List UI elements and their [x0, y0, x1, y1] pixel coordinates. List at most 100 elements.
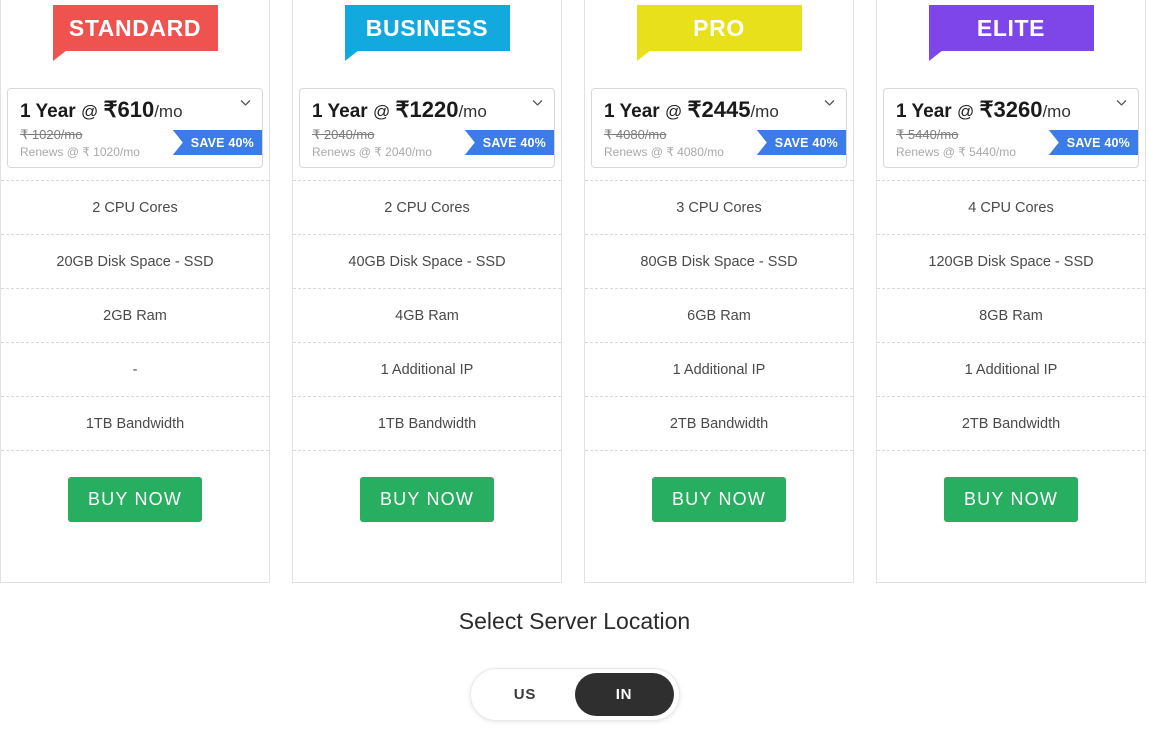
feature-row: 80GB Disk Space - SSD: [585, 234, 853, 288]
save-badge-label: SAVE 40%: [1066, 135, 1130, 150]
pricing-card: BUSINESS 1 Year @ ₹1220/mo ₹ 2040/mo Renews…: [292, 0, 562, 583]
pricing-card: PRO 1 Year @ ₹2445/mo ₹ 4080/mo Renews @ ₹ …: [584, 0, 854, 583]
at-symbol: @: [664, 102, 683, 121]
feature-text: 1TB Bandwidth: [377, 415, 477, 432]
pricing-page: STANDARD 1 Year @ ₹610/mo ₹ 1020/mo Renews …: [0, 0, 1149, 741]
save-badge: SAVE 40%: [756, 130, 846, 155]
toggle-option-in[interactable]: IN: [574, 673, 674, 716]
chevron-down-icon[interactable]: [531, 96, 544, 109]
feature-text: 2 CPU Cores: [92, 199, 178, 216]
plan-badge: STANDARD: [52, 5, 218, 61]
feature-row: 40GB Disk Space - SSD: [293, 234, 561, 288]
price-period: /mo: [750, 102, 779, 121]
feature-text: 6GB Ram: [687, 307, 751, 324]
price-amount: ₹610: [103, 97, 155, 122]
price-selector[interactable]: 1 Year @ ₹610/mo ₹ 1020/mo Renews @ ₹ 1020…: [7, 88, 263, 168]
feature-text: 1TB Bandwidth: [85, 415, 185, 432]
feature-text: 2GB Ram: [103, 307, 167, 324]
save-badge: SAVE 40%: [172, 130, 262, 155]
plan-badge-wrap: ELITE: [877, 0, 1145, 88]
feature-row: 1 Additional IP: [293, 342, 561, 396]
price-headline: 1 Year @ ₹610/mo: [20, 98, 250, 124]
feature-row: 8GB Ram: [877, 288, 1145, 342]
price-period: /mo: [154, 102, 183, 121]
feature-text: 4GB Ram: [395, 307, 459, 324]
feature-list: 4 CPU Cores 120GB Disk Space - SSD 8GB Ram…: [877, 180, 1145, 582]
feature-text: 2TB Bandwidth: [961, 415, 1061, 432]
plan-badge: ELITE: [928, 5, 1094, 61]
buy-row: BUY NOW: [585, 450, 853, 548]
feature-text: 1 Additional IP: [672, 361, 766, 378]
feature-row: 3 CPU Cores: [585, 180, 853, 234]
save-badge-label: SAVE 40%: [774, 135, 838, 150]
feature-text: 2TB Bandwidth: [669, 415, 769, 432]
plan-name: STANDARD: [68, 14, 202, 41]
term-label: 1 Year: [20, 101, 76, 122]
buy-now-button[interactable]: BUY NOW: [651, 477, 787, 522]
feature-list: 3 CPU Cores 80GB Disk Space - SSD 6GB Ram 1…: [585, 180, 853, 582]
save-badge: SAVE 40%: [464, 130, 554, 155]
plan-badge-wrap: BUSINESS: [293, 0, 561, 88]
feature-text: 40GB Disk Space - SSD: [348, 253, 506, 270]
term-label: 1 Year: [896, 101, 952, 122]
feature-row: 120GB Disk Space - SSD: [877, 234, 1145, 288]
price-selector[interactable]: 1 Year @ ₹3260/mo ₹ 5440/mo Renews @ ₹ 544…: [883, 88, 1139, 168]
price-headline: 1 Year @ ₹1220/mo: [312, 98, 542, 124]
buy-row: BUY NOW: [877, 450, 1145, 548]
feature-text: -: [132, 361, 138, 378]
feature-row: 4 CPU Cores: [877, 180, 1145, 234]
feature-row: 2GB Ram: [1, 288, 269, 342]
feature-row: 20GB Disk Space - SSD: [1, 234, 269, 288]
price-headline: 1 Year @ ₹2445/mo: [604, 98, 834, 124]
term-label: 1 Year: [604, 101, 660, 122]
feature-text: 20GB Disk Space - SSD: [56, 253, 214, 270]
feature-text: 8GB Ram: [979, 307, 1043, 324]
save-badge-label: SAVE 40%: [190, 135, 254, 150]
feature-text: 120GB Disk Space - SSD: [928, 253, 1094, 270]
plan-badge-wrap: PRO: [585, 0, 853, 88]
feature-list: 2 CPU Cores 20GB Disk Space - SSD 2GB Ram -…: [1, 180, 269, 582]
toggle-option-us[interactable]: US: [476, 673, 575, 716]
buy-now-button[interactable]: BUY NOW: [943, 477, 1079, 522]
plan-name: BUSINESS: [365, 14, 489, 41]
feature-row: 1TB Bandwidth: [293, 396, 561, 450]
feature-row: 2 CPU Cores: [1, 180, 269, 234]
server-location-section: Select Server Location US IN: [0, 608, 1149, 721]
feature-text: 3 CPU Cores: [676, 199, 762, 216]
chevron-down-icon[interactable]: [239, 96, 252, 109]
buy-now-button[interactable]: BUY NOW: [67, 477, 203, 522]
chevron-down-icon[interactable]: [1115, 96, 1128, 109]
toggle-option-us-label: US: [513, 686, 537, 703]
price-selector[interactable]: 1 Year @ ₹2445/mo ₹ 4080/mo Renews @ ₹ 408…: [591, 88, 847, 168]
feature-list: 2 CPU Cores 40GB Disk Space - SSD 4GB Ram 1…: [293, 180, 561, 582]
toggle-option-in-label: IN: [615, 686, 633, 703]
save-badge: SAVE 40%: [1048, 130, 1138, 155]
feature-text: 80GB Disk Space - SSD: [640, 253, 798, 270]
feature-text: 1 Additional IP: [964, 361, 1058, 378]
price-amount: ₹3260: [979, 97, 1043, 122]
price-headline: 1 Year @ ₹3260/mo: [896, 98, 1126, 124]
price-period: /mo: [458, 102, 487, 121]
pricing-cards-row: STANDARD 1 Year @ ₹610/mo ₹ 1020/mo Renews …: [0, 0, 1149, 583]
plan-name: ELITE: [976, 14, 1046, 41]
feature-text: 4 CPU Cores: [968, 199, 1054, 216]
buy-row: BUY NOW: [293, 450, 561, 548]
server-location-toggle[interactable]: US IN: [469, 668, 680, 721]
price-selector[interactable]: 1 Year @ ₹1220/mo ₹ 2040/mo Renews @ ₹ 204…: [299, 88, 555, 168]
price-period: /mo: [1042, 102, 1071, 121]
buy-now-button[interactable]: BUY NOW: [359, 477, 495, 522]
feature-row: 2TB Bandwidth: [585, 396, 853, 450]
feature-row: 2 CPU Cores: [293, 180, 561, 234]
feature-row: -: [1, 342, 269, 396]
plan-name: PRO: [693, 14, 745, 41]
save-badge-label: SAVE 40%: [482, 135, 546, 150]
feature-row: 1TB Bandwidth: [1, 396, 269, 450]
feature-text: 2 CPU Cores: [384, 199, 470, 216]
pricing-card: ELITE 1 Year @ ₹3260/mo ₹ 5440/mo Renews @ …: [876, 0, 1146, 583]
feature-row: 4GB Ram: [293, 288, 561, 342]
buy-row: BUY NOW: [1, 450, 269, 548]
feature-row: 1 Additional IP: [585, 342, 853, 396]
at-symbol: @: [372, 102, 391, 121]
chevron-down-icon[interactable]: [823, 96, 836, 109]
at-symbol: @: [80, 102, 99, 121]
